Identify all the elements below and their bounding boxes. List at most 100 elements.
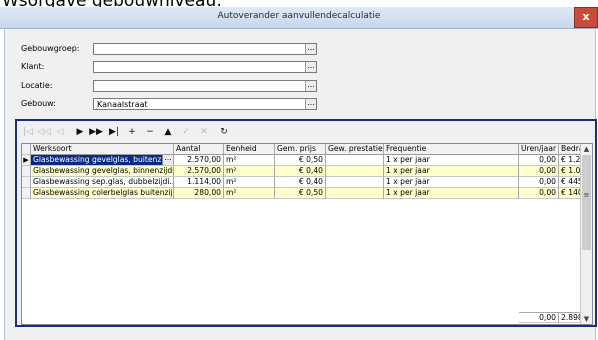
label-klant: Klant: bbox=[21, 62, 45, 71]
cancel-icon[interactable]: ✕ bbox=[197, 125, 211, 139]
grid-vertical-scrollbar[interactable]: ▲ ≡ ▼ bbox=[580, 144, 592, 324]
cell-text: Glasbewassing gevelglas, binnenzijde bbox=[33, 166, 174, 175]
column-header-uren-jaar[interactable]: Uren/jaar bbox=[519, 144, 559, 155]
cell-werksoort[interactable]: Glasbewassing sep.glas, dubbelzijdi... bbox=[31, 177, 174, 188]
scroll-down-icon[interactable]: ▼ bbox=[581, 314, 592, 324]
cell-werksoort[interactable]: Glasbewassing gevelglas, binnenzijde bbox=[31, 166, 174, 177]
gebouw-value: Kanaalstraat bbox=[97, 100, 148, 109]
cell-text: 0,00 bbox=[539, 188, 556, 197]
cell-gem-prijs[interactable]: € 0,50 bbox=[275, 155, 326, 166]
cell-gem-prijs[interactable]: € 0,40 bbox=[275, 166, 326, 177]
window-title: Autoverander aanvullendecalculatie bbox=[217, 11, 381, 21]
cell-frequentie[interactable]: 1 x per jaar bbox=[384, 188, 519, 199]
cell-gew-prestatie[interactable] bbox=[326, 177, 384, 188]
row-indicator[interactable]: ▶ bbox=[22, 155, 31, 166]
row-indicator[interactable] bbox=[22, 166, 31, 177]
cell-uren-jaar[interactable]: 0,00 bbox=[519, 155, 559, 166]
scroll-up-icon[interactable]: ▲ bbox=[581, 144, 592, 154]
cell-werksoort[interactable]: Glasbewassing gevelglas, buitenzij... bbox=[31, 155, 174, 166]
gebouw-lookup-button[interactable]: ... bbox=[305, 99, 316, 109]
post-icon[interactable]: ✓ bbox=[179, 125, 193, 139]
column-header-gem-prijs[interactable]: Gem. prijs bbox=[275, 144, 326, 155]
cell-uren-jaar[interactable]: 0,00 bbox=[519, 188, 559, 199]
column-header-werksoort[interactable]: Werksoort bbox=[31, 144, 174, 155]
cell-text: Glasbewassing sep.glas, dubbelzijdi... bbox=[33, 177, 174, 186]
cell-text: Glasbewassing colerbelglas buitenzij... bbox=[33, 188, 174, 197]
cell-text: 0,00 bbox=[539, 177, 556, 186]
navigator-toolbar: |◁ ◁◁ ◁ ▶ ▶▶ ▶| + − ▲ ✓ ✕ ↻ bbox=[21, 125, 321, 139]
cell-text: m² bbox=[226, 166, 237, 175]
refresh-icon[interactable]: ↻ bbox=[217, 125, 231, 139]
cell-werksoort[interactable]: Glasbewassing colerbelglas buitenzij... bbox=[31, 188, 174, 199]
klant-lookup-button[interactable]: ... bbox=[305, 62, 316, 72]
calculation-grid[interactable]: Werksoort Aantal Eenheid Gem. prijs Gew. pre… bbox=[21, 143, 593, 325]
header-corner bbox=[22, 144, 31, 155]
locatie-field[interactable]: ... bbox=[93, 80, 317, 92]
next-page-icon[interactable]: ▶▶ bbox=[89, 125, 103, 139]
cell-text: 1 x per jaar bbox=[386, 188, 430, 197]
cell-text: € 0,40 bbox=[298, 166, 323, 175]
gebouw-field[interactable]: Kanaalstraat ... bbox=[93, 98, 317, 110]
scroll-grip-icon: ≡ bbox=[583, 191, 590, 199]
cell-text: Glasbewassing gevelglas, buitenzij bbox=[33, 155, 166, 164]
cell-uren-jaar[interactable]: 0,00 bbox=[519, 177, 559, 188]
label-gebouwgroep: Gebouwgroep: bbox=[21, 44, 80, 53]
cell-frequentie[interactable]: 1 x per jaar bbox=[384, 177, 519, 188]
label-gebouw: Gebouw: bbox=[21, 99, 56, 108]
cell-aantal[interactable]: 280,00 bbox=[174, 188, 224, 199]
cell-aantal[interactable]: 2.570,00 bbox=[174, 155, 224, 166]
cell-eenheid[interactable]: m² bbox=[224, 166, 275, 177]
prior-page-icon[interactable]: ◁◁ bbox=[37, 125, 51, 139]
cell-text: € 0,50 bbox=[298, 188, 323, 197]
cell-text: 1.114,00 bbox=[187, 177, 221, 186]
cell-eenheid[interactable]: m² bbox=[224, 155, 275, 166]
cell-aantal[interactable]: 2.570,00 bbox=[174, 166, 224, 177]
cell-eenheid[interactable]: m² bbox=[224, 177, 275, 188]
cell-uren-jaar[interactable]: 0,00 bbox=[519, 166, 559, 177]
cell-eenheid[interactable]: m² bbox=[224, 188, 275, 199]
row-indicator[interactable] bbox=[22, 177, 31, 188]
cell-gem-prijs[interactable]: € 0,50 bbox=[275, 188, 326, 199]
column-header-gew-prestatie[interactable]: Gew. prestatie bbox=[326, 144, 384, 155]
cell-text: € 0,40 bbox=[298, 177, 323, 186]
column-header-frequentie[interactable]: Frequentie bbox=[384, 144, 519, 155]
edit-icon[interactable]: ▲ bbox=[161, 125, 175, 139]
column-header-eenheid[interactable]: Eenheid bbox=[224, 144, 275, 155]
scroll-thumb[interactable] bbox=[582, 155, 591, 250]
next-icon[interactable]: ▶ bbox=[73, 125, 87, 139]
cell-text: 1 x per jaar bbox=[386, 177, 430, 186]
cell-gem-prijs[interactable]: € 0,40 bbox=[275, 177, 326, 188]
calculation-panel: |◁ ◁◁ ◁ ▶ ▶▶ ▶| + − ▲ ✓ ✕ ↻ Werksoort Aantal Eenheid G… bbox=[15, 119, 597, 327]
cell-text: 0,00 bbox=[539, 155, 556, 164]
cell-gew-prestatie[interactable] bbox=[326, 188, 384, 199]
cell-gew-prestatie[interactable] bbox=[326, 155, 384, 166]
gebouwgroep-field[interactable]: ... bbox=[93, 43, 317, 55]
prior-icon[interactable]: ◁ bbox=[53, 125, 67, 139]
cell-frequentie[interactable]: 1 x per jaar bbox=[384, 166, 519, 177]
cell-frequentie[interactable]: 1 x per jaar bbox=[384, 155, 519, 166]
cell-text: 1 x per jaar bbox=[386, 166, 430, 175]
last-icon[interactable]: ▶| bbox=[107, 125, 121, 139]
cell-text: 280,00 bbox=[194, 188, 221, 197]
locatie-lookup-button[interactable]: ... bbox=[305, 81, 316, 91]
cell-text: 2.570,00 bbox=[187, 155, 221, 164]
cell-text: m² bbox=[226, 188, 237, 197]
row-indicator[interactable] bbox=[22, 188, 31, 199]
klant-field[interactable]: ... bbox=[93, 61, 317, 73]
total-uren-jaar: 0,00 bbox=[519, 312, 559, 323]
cell-aantal[interactable]: 1.114,00 bbox=[174, 177, 224, 188]
cell-text: 2.570,00 bbox=[187, 166, 221, 175]
first-icon[interactable]: |◁ bbox=[21, 125, 35, 139]
close-button[interactable]: x bbox=[574, 7, 598, 28]
cell-text: € 0,50 bbox=[298, 155, 323, 164]
cell-text: 0,00 bbox=[539, 166, 556, 175]
delete-icon[interactable]: − bbox=[143, 125, 157, 139]
column-header-aantal[interactable]: Aantal bbox=[174, 144, 224, 155]
title-bar[interactable]: Autoverander aanvullendecalculatie x bbox=[0, 7, 598, 29]
cell-text: m² bbox=[226, 177, 237, 186]
gebouwgroep-lookup-button[interactable]: ... bbox=[305, 44, 316, 54]
cell-gew-prestatie[interactable] bbox=[326, 166, 384, 177]
cell-text: 1 x per jaar bbox=[386, 155, 430, 164]
insert-icon[interactable]: + bbox=[125, 125, 139, 139]
werksoort-lookup-button[interactable]: ... bbox=[162, 155, 173, 165]
